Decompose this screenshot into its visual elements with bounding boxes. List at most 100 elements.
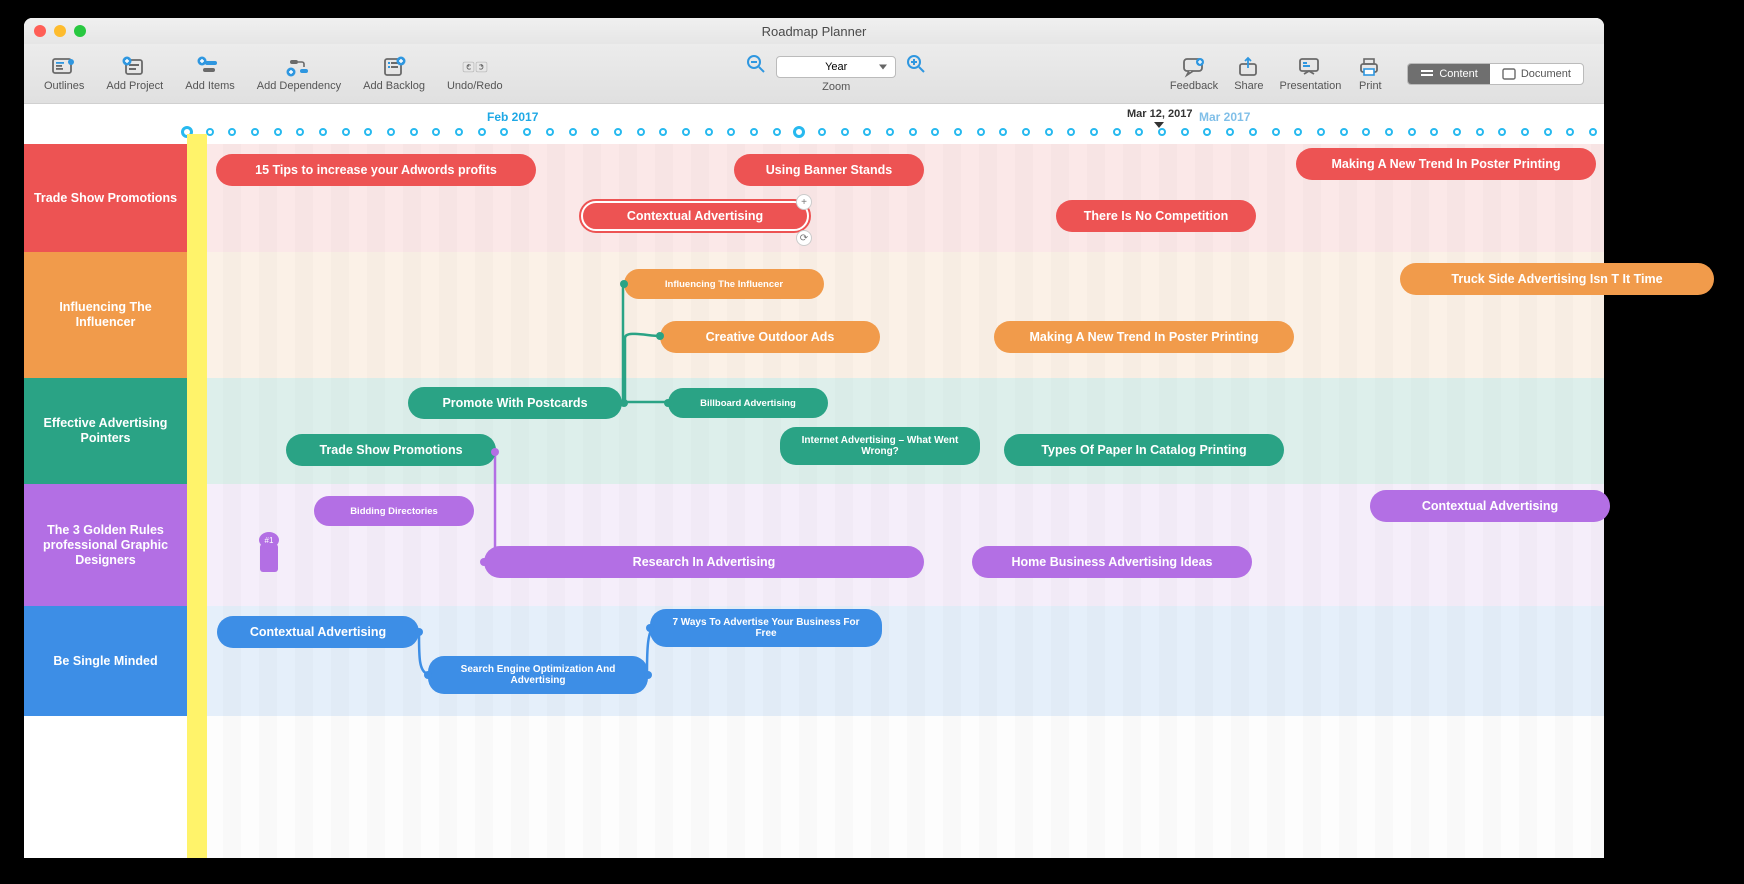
undo-redo-button[interactable]: Undo/Redo: [447, 56, 503, 92]
item-contextual-selected[interactable]: Contextual Advertising: [580, 200, 810, 232]
fullscreen-button[interactable]: [74, 25, 86, 37]
titlebar[interactable]: Roadmap Planner: [24, 18, 1604, 44]
seg-content-button[interactable]: Content: [1408, 64, 1490, 84]
timeline-tick: [999, 128, 1007, 136]
item-new-trend-1[interactable]: Making A New Trend In Poster Printing: [1296, 148, 1596, 180]
outlines-icon: [51, 56, 77, 78]
item-promote-postcards[interactable]: Promote With Postcards: [408, 387, 622, 419]
item-bidding-dir[interactable]: Bidding Directories: [314, 496, 474, 526]
item-home-biz[interactable]: Home Business Advertising Ideas: [972, 546, 1252, 578]
milestone-1[interactable]: #1: [260, 544, 278, 572]
connector-dot: [664, 399, 672, 407]
zoom-in-icon[interactable]: [906, 54, 926, 79]
item-seo-adv[interactable]: Search Engine Optimization And Advertisi…: [428, 656, 648, 694]
timeline-tick: [750, 128, 758, 136]
timeline-tick: [478, 128, 486, 136]
swimlane-2-label: Influencing The Influencer: [24, 252, 187, 378]
zoom-group: Year Zoom: [746, 54, 926, 93]
print-button[interactable]: Print: [1357, 56, 1383, 92]
share-label: Share: [1234, 80, 1263, 92]
timeline-tick: [1317, 128, 1325, 136]
item-trade-show-promo[interactable]: Trade Show Promotions: [286, 434, 496, 466]
selection-handle-link[interactable]: ⟳: [796, 230, 812, 246]
today-indicator: [187, 134, 207, 858]
timeline-tick: [886, 128, 894, 136]
timeline-tick: [1566, 128, 1574, 136]
add-items-icon: [197, 56, 223, 78]
minimize-button[interactable]: [54, 25, 66, 37]
timeline-tick: [1045, 128, 1053, 136]
timeline-tick: [682, 128, 690, 136]
seg-document-button[interactable]: Document: [1490, 64, 1583, 84]
connector-dot: [646, 624, 654, 632]
add-items-button[interactable]: Add Items: [185, 56, 235, 92]
feedback-icon: [1181, 56, 1207, 78]
item-seven-ways[interactable]: 7 Ways To Advertise Your Business For Fr…: [650, 609, 882, 647]
timeline-tick: [1158, 128, 1166, 136]
item-truck-side[interactable]: Truck Side Advertising Isn T It Time: [1400, 263, 1714, 295]
outlines-button[interactable]: Outlines: [44, 56, 84, 92]
timeline-tick: [455, 128, 463, 136]
item-contextual-blue[interactable]: Contextual Advertising: [217, 616, 419, 648]
toolbar: Outlines Add Project Add Items Add Depen…: [24, 44, 1604, 104]
timeline-tick: [977, 128, 985, 136]
timeline-tick: [1498, 128, 1506, 136]
timeline-tick: [818, 128, 826, 136]
timeline-tick: [727, 128, 735, 136]
timeline-tick: [1544, 128, 1552, 136]
timeline-tick: [296, 128, 304, 136]
timeline-tick: [793, 126, 805, 138]
timeline-tick: [954, 128, 962, 136]
timeline-tick: [1385, 128, 1393, 136]
item-creative-outdoor[interactable]: Creative Outdoor Ads: [660, 321, 880, 353]
feedback-button[interactable]: Feedback: [1170, 56, 1218, 92]
timeline-tick: [1226, 128, 1234, 136]
item-types-paper[interactable]: Types Of Paper In Catalog Printing: [1004, 434, 1284, 466]
roadmap-canvas[interactable]: Feb 2017 Mar 12, 2017 Mar 2017 Trade Sho…: [24, 104, 1604, 858]
item-internet-adv[interactable]: Internet Advertising – What Went Wrong?: [780, 427, 980, 465]
presentation-icon: [1297, 56, 1323, 78]
zoom-out-icon[interactable]: [746, 54, 766, 79]
item-new-trend-2[interactable]: Making A New Trend In Poster Printing: [994, 321, 1294, 353]
connector-dot: [656, 332, 664, 340]
timeline-tick: [1249, 128, 1257, 136]
timeline-tick: [1476, 128, 1484, 136]
timeline-tick: [319, 128, 327, 136]
timeline-tick: [1135, 128, 1143, 136]
item-banner-stands[interactable]: Using Banner Stands: [734, 154, 924, 186]
timeline-tick: [1181, 128, 1189, 136]
timeline-tick: [773, 128, 781, 136]
selection-handle-add[interactable]: +: [796, 194, 812, 210]
share-button[interactable]: Share: [1234, 56, 1263, 92]
item-billboard[interactable]: Billboard Advertising: [668, 388, 828, 418]
timeline-tick: [1453, 128, 1461, 136]
add-backlog-button[interactable]: Add Backlog: [363, 56, 425, 92]
timeline-tick: [1022, 128, 1030, 136]
add-backlog-icon: [381, 56, 407, 78]
add-dependency-label: Add Dependency: [257, 80, 341, 92]
add-dependency-button[interactable]: Add Dependency: [257, 56, 341, 92]
item-no-competition[interactable]: There Is No Competition: [1056, 200, 1256, 232]
connector-dot: [644, 671, 652, 679]
feedback-label: Feedback: [1170, 80, 1218, 92]
timeline-tick: [705, 128, 713, 136]
time-header: Feb 2017 Mar 12, 2017 Mar 2017: [187, 104, 1604, 144]
add-project-icon: [122, 56, 148, 78]
seg-content-label: Content: [1439, 68, 1478, 80]
connector-dot: [424, 671, 432, 679]
timeline-tick: [841, 128, 849, 136]
zoom-select[interactable]: Year: [776, 56, 896, 78]
item-research-adv[interactable]: Research In Advertising: [484, 546, 924, 578]
item-15-tips[interactable]: 15 Tips to increase your Adwords profits: [216, 154, 536, 186]
item-influencing-small[interactable]: Influencing The Influencer: [624, 269, 824, 299]
timeline-tick: [546, 128, 554, 136]
presentation-button[interactable]: Presentation: [1280, 56, 1342, 92]
timeline-tick: [637, 128, 645, 136]
presentation-label: Presentation: [1280, 80, 1342, 92]
add-project-button[interactable]: Add Project: [106, 56, 163, 92]
month-mar-label: Mar 2017: [1199, 110, 1250, 124]
close-button[interactable]: [34, 25, 46, 37]
timeline-tick: [569, 128, 577, 136]
item-contextual-purple[interactable]: Contextual Advertising: [1370, 490, 1610, 522]
timeline-tick: [500, 128, 508, 136]
